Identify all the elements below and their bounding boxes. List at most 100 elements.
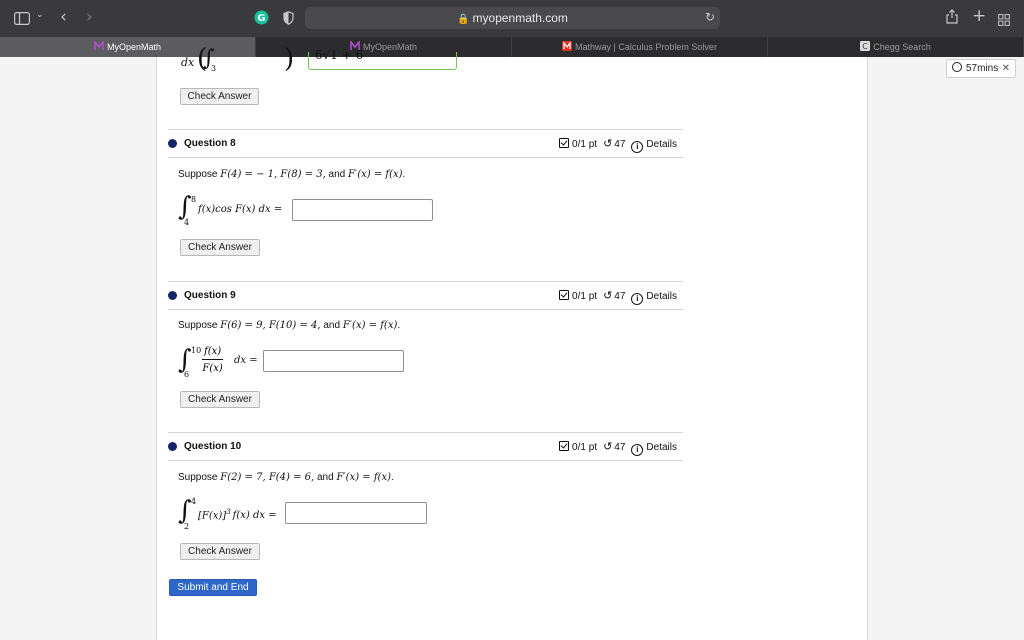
statement-mid: and — [325, 169, 349, 180]
previous-answer-box[interactable]: 6√1 + 6 — [308, 48, 457, 70]
question-title: Question 9 — [184, 290, 236, 301]
close-icon[interactable]: ✕ — [1002, 60, 1010, 77]
tab-label: MyOpenMath — [106, 42, 162, 52]
lower-limit: 4 — [184, 218, 190, 227]
attempts-label: 47 — [614, 139, 626, 150]
partial-paren-right: ) — [284, 44, 295, 74]
tab-mathway[interactable]: Mathway | Calculus Problem Solver — [512, 37, 768, 57]
statement-mid: and — [314, 472, 337, 483]
fraction-numerator: f(x) — [202, 346, 224, 360]
question-meta: 0/1 pt ↺ 47 i Details — [559, 440, 677, 456]
tab-label: MyOpenMath — [362, 42, 418, 52]
statement-values: F(6) = 9, F(10) = 4, — [220, 320, 321, 331]
question-header: Question 8 0/1 pt ↺ 47 i Details — [168, 129, 683, 158]
address-bar[interactable]: 🔒 myopenmath.com — [305, 7, 720, 29]
question-statement: Suppose F(4) = − 1, F(8) = 3, and F′(x) … — [178, 169, 405, 180]
tab-bar: MyOpenMath MyOpenMath Mathway | Calculus… — [0, 37, 1024, 57]
retry-icon: ↺ — [603, 137, 613, 150]
info-icon[interactable]: i — [631, 444, 644, 456]
info-icon[interactable]: i — [631, 141, 644, 153]
integrand: f(x)cos F(x) dx = — [198, 204, 283, 215]
question-title: Question 8 — [184, 138, 236, 149]
status-dot — [168, 139, 177, 148]
lower-limit: 6 — [184, 370, 190, 379]
share-icon[interactable] — [946, 9, 958, 28]
clock-icon — [952, 62, 962, 72]
details-link[interactable]: Details — [646, 291, 677, 302]
tab-myopenmath-1[interactable]: MyOpenMath — [0, 37, 256, 57]
check-answer-button[interactable]: Check Answer — [180, 543, 260, 560]
shield-icon[interactable] — [283, 10, 294, 29]
submit-and-end-button[interactable]: Submit and End — [169, 579, 257, 596]
statement-pre: Suppose — [178, 169, 221, 180]
question-header: Question 9 0/1 pt ↺ 47 i Details — [168, 281, 683, 310]
url-text: 🔒 myopenmath.com — [305, 11, 720, 25]
upper-limit: 10 — [191, 346, 202, 355]
tab-overview-icon[interactable] — [998, 11, 1010, 30]
info-icon[interactable]: i — [631, 293, 644, 305]
integrand: [F(x)]3 f(x) dx = — [198, 508, 277, 521]
upper-limit: 4 — [191, 497, 197, 506]
statement-derivative: F′(x) = f(x) — [336, 472, 391, 483]
statement-post: . — [391, 472, 394, 483]
statement-values: F(2) = 7, F(4) = 6, — [220, 472, 315, 483]
retry-icon: ↺ — [603, 440, 613, 453]
upper-limit: 8 — [191, 195, 197, 204]
integrand-fraction: f(x) F(x) — [202, 346, 224, 374]
tab-label: Mathway | Calculus Problem Solver — [575, 42, 717, 52]
check-answer-button[interactable]: Check Answer — [180, 391, 260, 408]
fraction-denominator: F(x) — [202, 363, 223, 374]
previous-answer-text: 6√1 + 6 — [315, 48, 364, 62]
check-answer-button[interactable]: Check Answer — [180, 88, 259, 105]
sidebar-toggle-icon[interactable] — [14, 10, 31, 29]
question-meta: 0/1 pt ↺ 47 i Details — [559, 137, 677, 153]
chevron-down-icon[interactable]: ⌄ — [36, 10, 44, 20]
integrand-tail: dx = — [234, 355, 258, 366]
question-statement: Suppose F(2) = 7, F(4) = 6, and F′(x) = … — [178, 472, 394, 483]
myopenmath-icon — [94, 38, 104, 50]
score-label: 0/1 pt — [572, 139, 598, 150]
url-label: myopenmath.com — [472, 11, 568, 25]
details-link[interactable]: Details — [646, 139, 677, 150]
retry-icon: ↺ — [603, 289, 613, 302]
chegg-icon: C — [860, 38, 871, 51]
svg-text:G: G — [257, 13, 265, 24]
timer-label: 57mins — [966, 63, 999, 74]
partial-dx: dx — [181, 56, 195, 69]
lock-icon: 🔒 — [457, 14, 470, 25]
details-link[interactable]: Details — [646, 442, 677, 453]
answer-input[interactable] — [292, 199, 433, 221]
statement-post: . — [397, 320, 401, 331]
myopenmath-icon — [350, 38, 360, 50]
answer-input[interactable] — [285, 502, 427, 524]
score-label: 0/1 pt — [572, 291, 598, 302]
statement-pre: Suppose — [178, 320, 221, 331]
integrand-base: [F(x)] — [198, 510, 227, 522]
integrand-rest: f(x) dx = — [232, 510, 277, 522]
grammarly-icon[interactable]: G — [254, 10, 269, 29]
check-answer-button[interactable]: Check Answer — [180, 239, 260, 256]
question-title: Question 10 — [184, 441, 242, 452]
question-header: Question 10 0/1 pt ↺ 47 i Details — [168, 432, 683, 461]
attempts-label: 47 — [614, 291, 626, 302]
attempts-label: 47 — [614, 442, 626, 453]
score-label: 0/1 pt — [572, 442, 598, 453]
partial-lower-limit: 3 — [211, 64, 217, 73]
tab-chegg[interactable]: C Chegg Search — [768, 37, 1024, 57]
statement-derivative: F′(x) = f(x) — [342, 320, 398, 331]
new-tab-icon[interactable]: + — [972, 6, 986, 26]
integrand-power: 3 — [226, 508, 231, 516]
statement-mid: and — [320, 320, 343, 331]
question-statement: Suppose F(6) = 9, F(10) = 4, and F′(x) =… — [178, 320, 400, 331]
back-icon[interactable]: ‹ — [60, 7, 67, 27]
statement-post: . — [402, 169, 406, 180]
answer-input[interactable] — [263, 350, 404, 372]
lower-limit: 2 — [184, 522, 190, 531]
timer-badge: 57mins ✕ — [946, 59, 1016, 78]
browser-toolbar: ⌄ ‹ › G 🔒 myopenmath.com ↻ + — [0, 0, 1024, 37]
tab-label: Chegg Search — [873, 42, 931, 52]
svg-text:C: C — [862, 42, 868, 51]
question-meta: 0/1 pt ↺ 47 i Details — [559, 289, 677, 305]
forward-icon[interactable]: › — [86, 7, 93, 27]
reload-icon[interactable]: ↻ — [705, 10, 715, 24]
